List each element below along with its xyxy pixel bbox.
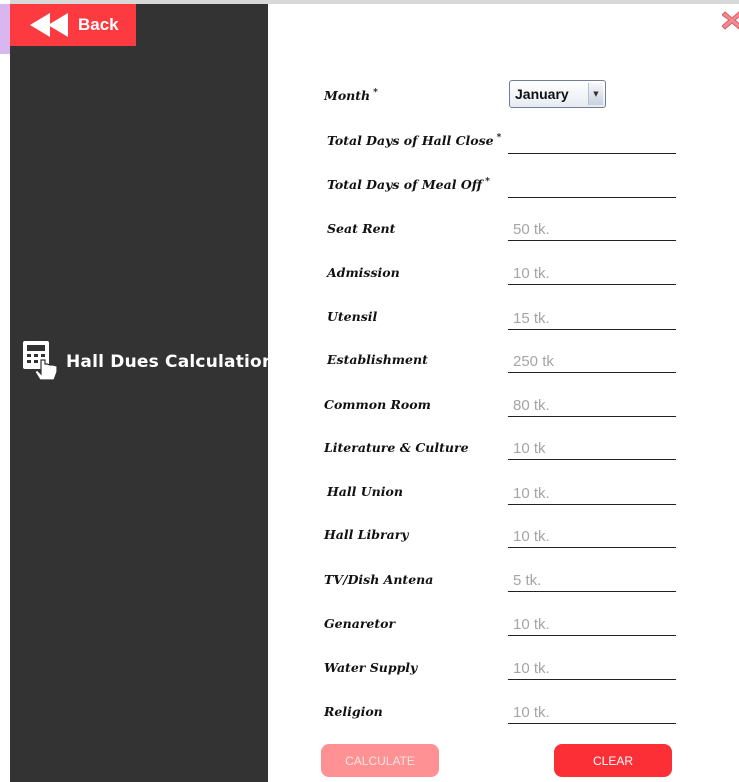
sidebar-title: Hall Dues Calculation [22, 340, 274, 384]
fee-label: Water Supply [324, 660, 418, 675]
meal-off-label-text: Total Days of Meal Off [327, 177, 483, 192]
fee-field[interactable]: 10 tk. [508, 613, 676, 636]
fee-field[interactable]: 10 tk. [508, 525, 676, 548]
calculator-touch-icon [23, 341, 58, 381]
fee-label: Seat Rent [327, 221, 396, 236]
fee-field[interactable]: 10 tk. [508, 701, 676, 724]
fee-label: Hall Union [327, 484, 403, 499]
fee-label: Establishment [327, 352, 428, 367]
fee-field[interactable]: 10 tk. [508, 482, 676, 505]
fee-value: 80 tk. [513, 397, 550, 414]
fee-field[interactable]: 50 tk. [508, 218, 676, 241]
fee-field[interactable]: 10 tk [508, 437, 676, 460]
fee-field[interactable]: 10 tk. [508, 657, 676, 680]
month-select-value: January [515, 86, 569, 102]
fee-label: Literature & Culture [324, 440, 469, 455]
fee-value: 15 tk. [513, 310, 550, 327]
fee-label: Utensil [327, 309, 378, 324]
month-label-text: Month [324, 88, 371, 103]
fee-value: 5 tk. [513, 572, 542, 589]
close-icon[interactable] [722, 8, 739, 32]
sidebar [10, 4, 268, 782]
fee-value: 10 tk [513, 440, 546, 457]
fee-value: 10 tk. [513, 528, 550, 545]
fee-value: 10 tk. [513, 704, 550, 721]
fee-label: Genaretor [324, 616, 396, 631]
fee-field[interactable]: 10 tk. [508, 262, 676, 285]
calculate-button[interactable]: CALCULATE [321, 744, 439, 777]
meal-off-field[interactable] [508, 175, 676, 198]
back-label: Back [78, 15, 119, 34]
left-edge [0, 0, 10, 782]
left-edge-accent [0, 4, 10, 54]
page-title: Hall Dues Calculation [66, 352, 275, 372]
month-label: Month * [324, 88, 378, 103]
required-marker: * [373, 88, 378, 98]
fee-label: Common Room [324, 397, 431, 412]
fee-field[interactable]: 80 tk. [508, 394, 676, 417]
dropdown-arrow-icon: ▼ [588, 83, 603, 105]
clear-button[interactable]: CLEAR [554, 744, 672, 777]
fee-value: 10 tk. [513, 485, 550, 502]
fee-value: 10 tk. [513, 616, 550, 633]
fee-value: 10 tk. [513, 265, 550, 282]
fee-value: 10 tk. [513, 660, 550, 677]
required-marker: * [485, 177, 490, 187]
fee-field[interactable]: 15 tk. [508, 307, 676, 330]
meal-off-label: Total Days of Meal Off * [327, 177, 490, 192]
fee-field[interactable]: 250 tk [508, 350, 676, 373]
hall-close-label: Total Days of Hall Close * [327, 133, 501, 148]
fee-value: 250 tk [513, 353, 554, 370]
fee-label: Hall Library [324, 527, 409, 542]
fee-value: 50 tk. [513, 221, 550, 238]
fee-label: TV/Dish Antena [324, 572, 434, 587]
hall-close-field[interactable] [508, 131, 676, 154]
month-select[interactable]: January ▼ [509, 80, 606, 108]
fee-label: Religion [324, 704, 383, 719]
rewind-icon [30, 13, 68, 37]
hall-close-label-text: Total Days of Hall Close [327, 133, 494, 148]
required-marker: * [496, 133, 502, 143]
fee-field[interactable]: 5 tk. [508, 569, 676, 592]
fee-label: Admission [327, 265, 400, 280]
back-button[interactable]: Back [10, 4, 136, 46]
